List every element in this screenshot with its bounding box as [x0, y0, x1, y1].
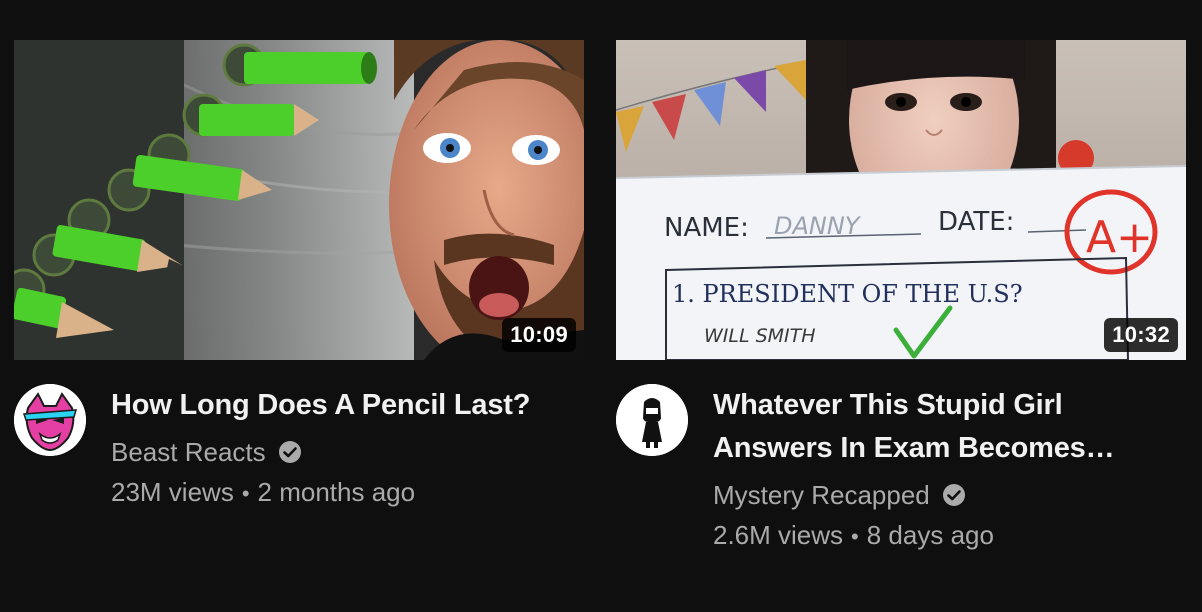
girl-silhouette-icon: [616, 384, 688, 456]
channel-name[interactable]: Beast Reacts: [111, 437, 266, 468]
duration-badge: 10:32: [1104, 318, 1178, 352]
video-details: Whatever This Stupid Girl Answers In Exa…: [713, 384, 1143, 554]
video-meta: Whatever This Stupid Girl Answers In Exa…: [616, 384, 1186, 564]
answer-text: WILL SMITH: [704, 325, 816, 347]
tiger-logo-icon: [14, 384, 86, 456]
channel-avatar[interactable]: [14, 384, 86, 456]
video-stats: 2.6M views • 8 days ago: [713, 518, 1143, 554]
thumbnail-image: [14, 40, 584, 360]
video-card[interactable]: 10:09 How Long Does A Pencil Last? Beast…: [14, 40, 584, 564]
grade-text: A+: [1086, 212, 1153, 263]
upload-age: 2 months ago: [257, 477, 416, 507]
video-stats: 23M views • 2 months ago: [111, 475, 541, 511]
upload-age: 8 days ago: [866, 520, 994, 550]
video-thumbnail[interactable]: 10:09: [14, 40, 584, 360]
video-title[interactable]: How Long Does A Pencil Last?: [111, 384, 541, 427]
channel-row: Beast Reacts: [111, 435, 541, 469]
name-label: NAME:: [664, 213, 749, 243]
channel-avatar[interactable]: [616, 384, 688, 456]
duration-badge: 10:09: [502, 318, 576, 352]
verified-check-icon: [942, 484, 965, 506]
separator-dot: •: [241, 481, 250, 506]
question-text: 1. PRESIDENT OF THE U.S?: [672, 280, 1023, 308]
separator-dot: •: [851, 524, 859, 549]
video-card[interactable]: NAME: DANNY DATE: A+ 1. PRESIDENT OF THE…: [616, 40, 1186, 564]
video-title[interactable]: Whatever This Stupid Girl Answers In Exa…: [713, 384, 1143, 470]
channel-row: Mystery Recapped: [713, 478, 1143, 512]
thumbnail-image: NAME: DANNY DATE: A+ 1. PRESIDENT OF THE…: [616, 40, 1186, 360]
view-count: 23M views: [111, 477, 234, 507]
video-meta: How Long Does A Pencil Last? Beast React…: [14, 384, 584, 564]
video-details: How Long Does A Pencil Last? Beast React…: [111, 384, 541, 511]
verified-check-icon: [278, 441, 301, 463]
channel-name[interactable]: Mystery Recapped: [713, 480, 930, 511]
view-count: 2.6M views: [713, 520, 844, 550]
date-label: DATE:: [938, 207, 1014, 237]
video-thumbnail[interactable]: NAME: DANNY DATE: A+ 1. PRESIDENT OF THE…: [616, 40, 1186, 360]
